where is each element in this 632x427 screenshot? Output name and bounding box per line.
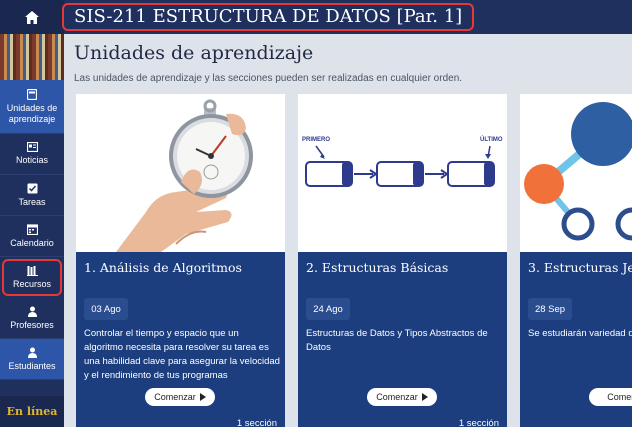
card-body: 1. Análisis de Algoritmos 03 Ago Control… <box>76 252 285 427</box>
card-title[interactable]: 2. Estructuras Básicas <box>306 260 448 275</box>
calendar-icon <box>26 223 38 235</box>
online-users-link[interactable]: En línea <box>0 396 64 427</box>
units-icon <box>27 88 37 100</box>
start-button[interactable]: Comenzar <box>367 388 437 406</box>
card-description: Estructuras de Datos y Tipos Abstractos … <box>306 328 488 353</box>
home-button[interactable] <box>0 0 64 34</box>
sidebar: Unidades de aprendizaje Noticias Tareas … <box>0 34 64 427</box>
tasks-icon <box>27 183 37 193</box>
card-title[interactable]: 1. Análisis de Algoritmos <box>84 260 242 275</box>
unit-card-2[interactable]: PRIMERO ÚLTIMO 2. Estructuras Básicas 24… <box>298 94 507 427</box>
home-icon <box>25 10 39 24</box>
card-description: Se estudiarán variedad d <box>528 328 632 339</box>
sidebar-item-profesores[interactable]: Profesores <box>0 298 64 339</box>
sidebar-item-estudiantes[interactable]: Estudiantes <box>0 339 64 380</box>
card-body: 3. Estructuras Jer 28 Sep Se estudiarán … <box>520 252 632 427</box>
start-button-label: Comenzar <box>376 392 418 402</box>
page-description: Las unidades de aprendizaje y las seccio… <box>74 73 463 84</box>
sidebar-item-calendario[interactable]: Calendario <box>0 216 64 257</box>
start-button-label: Comenzar <box>154 392 196 402</box>
card-date: 28 Sep <box>528 298 572 320</box>
course-title[interactable]: SIS-211 ESTRUCTURA DE DATOS [Par. 1] <box>62 3 475 31</box>
teachers-icon <box>27 306 37 317</box>
resources-icon <box>26 265 38 276</box>
sidebar-item-tareas[interactable]: Tareas <box>0 175 64 216</box>
news-icon <box>26 142 38 152</box>
sidebar-item-label: Calendario <box>10 237 54 248</box>
unit-card-1[interactable]: 1. Análisis de Algoritmos 03 Ago Control… <box>76 94 285 427</box>
main-content: Unidades de aprendizaje Las unidades de … <box>64 34 632 427</box>
play-icon <box>421 393 428 401</box>
sidebar-item-label: Recursos <box>12 278 51 289</box>
start-button[interactable]: Comenzar <box>145 388 215 406</box>
stopwatch-image <box>76 94 285 252</box>
sidebar-item-label: Unidades de aprendizaje <box>6 102 58 124</box>
sidebar-item-label: Noticias <box>15 155 48 165</box>
sidebar-item-label: Tareas <box>18 196 46 207</box>
sidebar-banner-image <box>0 34 64 80</box>
sidebar-item-recursos[interactable]: Recursos <box>2 259 62 296</box>
first-pointer-label: PRIMERO <box>302 137 330 143</box>
card-title[interactable]: 3. Estructuras Jer <box>528 260 632 275</box>
linked-list-diagram: PRIMERO ÚLTIMO <box>298 94 507 252</box>
sidebar-item-label: Profesores <box>10 319 54 330</box>
card-body: 2. Estructuras Básicas 24 Ago Estructura… <box>298 252 507 427</box>
section-count: 1 sección <box>458 418 499 427</box>
start-button-label: Comenz <box>607 392 632 402</box>
students-icon <box>27 347 37 358</box>
card-date: 03 Ago <box>84 298 128 320</box>
card-description: Controlar el tiempo y espacio que un alg… <box>84 328 280 381</box>
sidebar-item-label: Estudiantes <box>8 360 56 371</box>
section-count: 1 sección <box>236 418 277 427</box>
card-date: 24 Ago <box>306 298 350 320</box>
start-button[interactable]: Comenz <box>589 388 632 406</box>
unit-card-3[interactable]: 3. Estructuras Jer 28 Sep Se estudiarán … <box>520 94 632 427</box>
tree-diagram <box>520 94 632 252</box>
play-icon <box>199 393 206 401</box>
page-title: Unidades de aprendizaje <box>74 42 314 64</box>
sidebar-item-unidades[interactable]: Unidades de aprendizaje <box>0 80 64 134</box>
top-bar: SIS-211 ESTRUCTURA DE DATOS [Par. 1] <box>0 0 632 34</box>
last-pointer-label: ÚLTIMO <box>480 136 503 143</box>
sidebar-item-noticias[interactable]: Noticias <box>0 134 64 175</box>
